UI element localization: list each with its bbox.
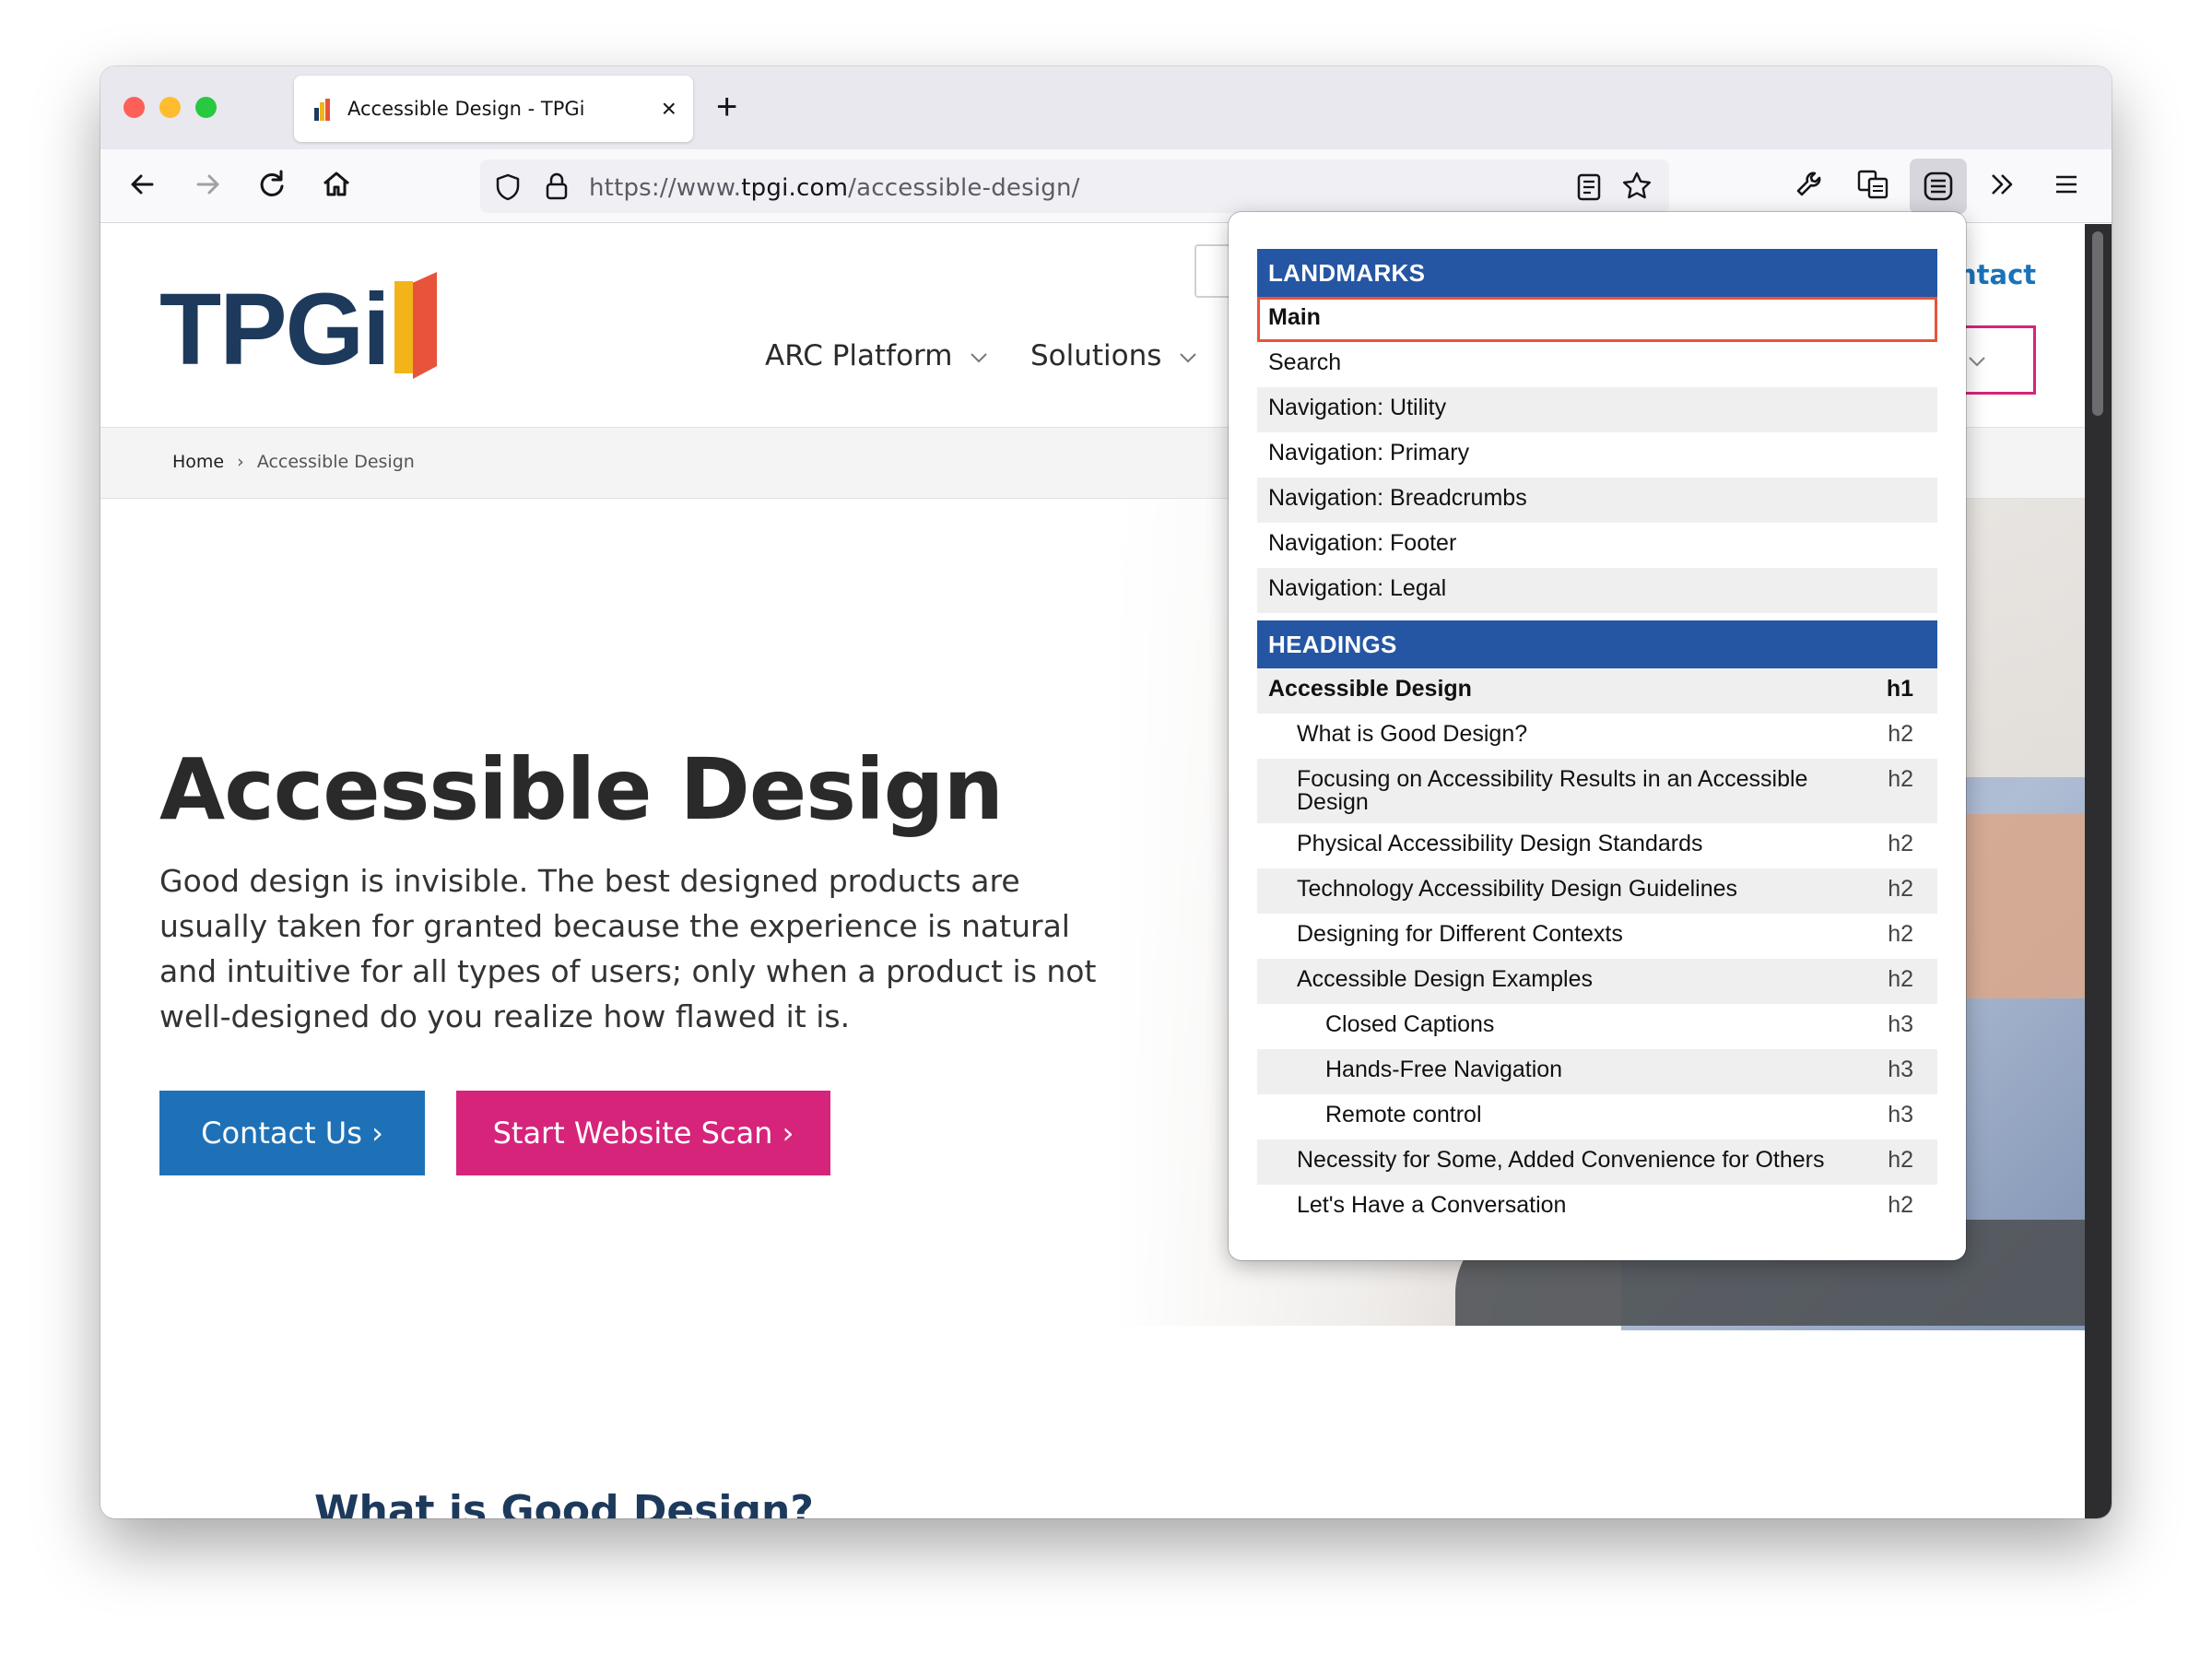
browser-window: Accessible Design - TPGi × + https://www…: [100, 66, 2112, 1518]
landmark-item[interactable]: Navigation: Breadcrumbs: [1257, 478, 1937, 523]
tab-close-icon[interactable]: ×: [662, 92, 677, 125]
reader-view-icon[interactable]: [1575, 172, 1603, 207]
site-search-input[interactable]: [1194, 244, 1231, 298]
landmark-item[interactable]: Main: [1257, 297, 1937, 342]
landmark-item[interactable]: Navigation: Footer: [1257, 523, 1937, 568]
breadcrumb-separator: ›: [237, 452, 244, 472]
breadcrumb-current: Accessible Design: [256, 452, 415, 472]
minimize-window-button[interactable]: [159, 97, 181, 118]
translate-icon[interactable]: [1854, 166, 1891, 203]
bookmark-star-icon[interactable]: [1621, 171, 1653, 207]
section-heading: What is Good Design?: [314, 1487, 814, 1518]
breadcrumb-home[interactable]: Home: [172, 452, 224, 472]
wrench-icon[interactable]: [1791, 166, 1828, 203]
contact-link[interactable]: ntact: [1958, 259, 2036, 290]
shield-icon[interactable]: [493, 172, 523, 207]
landmarks-extension-icon: [1920, 168, 1957, 209]
heading-item[interactable]: Remote control h3: [1257, 1094, 1937, 1139]
heading-item[interactable]: Focusing on Accessibility Results in an …: [1257, 759, 1937, 823]
overflow-chevrons-icon[interactable]: [1983, 166, 2020, 203]
landmarks-extension-button[interactable]: [1910, 159, 1967, 214]
hero-description: Good design is invisible. The best desig…: [159, 863, 1097, 1034]
nav-solutions[interactable]: Solutions: [1030, 339, 1198, 372]
page-scrollbar[interactable]: [2085, 224, 2112, 1518]
chevron-down-icon: [1180, 352, 1197, 362]
tpgi-favicon-icon: [314, 99, 333, 121]
heading-item[interactable]: Accessible Design Examples h2: [1257, 959, 1937, 1004]
new-tab-button[interactable]: +: [716, 87, 737, 127]
heading-item[interactable]: Physical Accessibility Design Standards h…: [1257, 823, 1937, 868]
lock-icon[interactable]: [543, 171, 571, 206]
start-website-scan-button[interactable]: Start Website Scan ›: [456, 1091, 830, 1175]
heading-item[interactable]: What is Good Design? h2: [1257, 714, 1937, 759]
heading-item[interactable]: Necessity for Some, Added Convenience fo…: [1257, 1139, 1937, 1185]
url-text[interactable]: https://www.tpgi.com/accessible-design/: [589, 174, 1080, 202]
heading-item[interactable]: Hands-Free Navigation h3: [1257, 1049, 1937, 1094]
logo-bar-yellow: [394, 281, 413, 373]
heading-item[interactable]: Let's Have a Conversation h2: [1257, 1185, 1937, 1230]
heading-item[interactable]: Accessible Design h1: [1257, 668, 1937, 714]
heading-item[interactable]: Closed Captions h3: [1257, 1004, 1937, 1049]
landmark-item[interactable]: Navigation: Legal: [1257, 568, 1937, 613]
reload-icon[interactable]: [253, 166, 290, 203]
home-icon[interactable]: [318, 166, 355, 203]
page-title: Accessible Design: [159, 740, 1004, 839]
chevron-down-icon: [971, 352, 988, 362]
landmark-item[interactable]: Navigation: Primary: [1257, 432, 1937, 478]
heading-item[interactable]: Designing for Different Contexts h2: [1257, 914, 1937, 959]
landmark-item[interactable]: Search: [1257, 342, 1937, 387]
tab-accessible-design[interactable]: Accessible Design - TPGi ×: [294, 76, 693, 142]
chevron-down-icon: [1969, 357, 1985, 367]
nav-arc-platform[interactable]: ARC Platform: [765, 339, 989, 372]
url-bar[interactable]: https://www.tpgi.com/accessible-design/: [480, 159, 1669, 213]
back-arrow-icon[interactable]: [124, 166, 161, 203]
forward-arrow-icon[interactable]: [189, 166, 226, 203]
tab-title: Accessible Design - TPGi: [347, 98, 585, 120]
headings-header: HEADINGS: [1257, 620, 1937, 668]
logo-text: TPGi: [159, 273, 391, 386]
close-window-button[interactable]: [124, 97, 145, 118]
contact-us-button[interactable]: Contact Us ›: [159, 1091, 425, 1175]
heading-item[interactable]: Technology Accessibility Design Guidelin…: [1257, 868, 1937, 914]
logo-bar-orange: [413, 272, 437, 379]
tpgi-logo[interactable]: TPGi: [159, 272, 454, 383]
landmarks-header: LANDMARKS: [1257, 249, 1937, 297]
zoom-window-button[interactable]: [195, 97, 217, 118]
scrollbar-thumb[interactable]: [2092, 231, 2103, 416]
landmarks-popup: LANDMARKS Main Search Navigation: Utilit…: [1229, 212, 1966, 1260]
hamburger-menu-icon[interactable]: [2048, 166, 2085, 203]
tab-strip: Accessible Design - TPGi × +: [100, 66, 2112, 149]
landmark-item[interactable]: Navigation: Utility: [1257, 387, 1937, 432]
